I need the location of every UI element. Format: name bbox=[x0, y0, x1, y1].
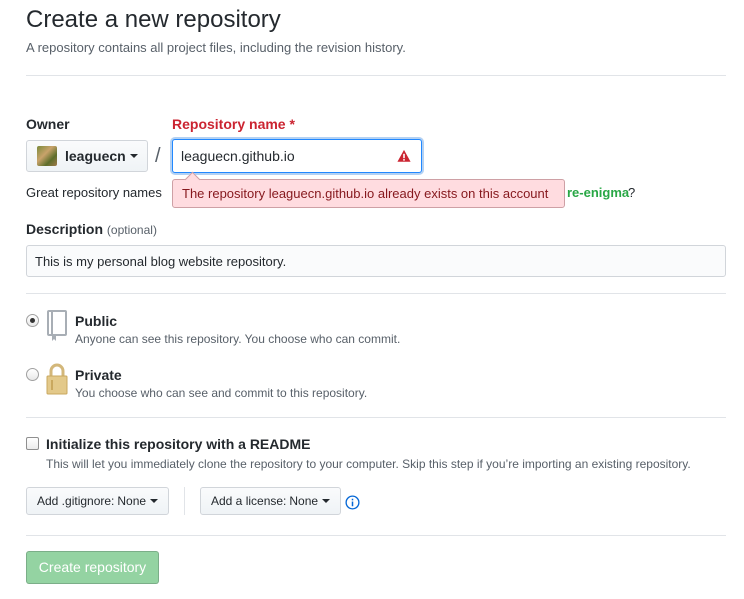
repo-name-label: Repository name * bbox=[172, 116, 295, 132]
divider bbox=[184, 487, 185, 515]
license-dropdown[interactable]: Add a license: None bbox=[200, 487, 342, 515]
required-marker: * bbox=[289, 116, 295, 132]
public-desc: Anyone can see this repository. You choo… bbox=[75, 332, 401, 346]
repo-name-hint: Great repository names bbox=[26, 185, 162, 200]
description-label-text: Description bbox=[26, 221, 104, 237]
hint-suffix: ? bbox=[628, 185, 636, 200]
divider bbox=[26, 75, 726, 76]
optional-hint: (optional) bbox=[106, 223, 157, 237]
chevron-down-icon bbox=[150, 499, 159, 503]
readme-title: Initialize this repository with a README bbox=[46, 436, 311, 452]
divider bbox=[26, 417, 726, 418]
gitignore-value: None bbox=[117, 494, 147, 508]
create-repository-button[interactable]: Create repository bbox=[26, 551, 159, 584]
readme-desc: This will let you immediately clone the … bbox=[46, 457, 691, 471]
page-title: Create a new repository bbox=[26, 6, 281, 33]
gitignore-dropdown[interactable]: Add .gitignore: None bbox=[26, 487, 170, 515]
description-label: Description (optional) bbox=[26, 221, 157, 237]
page-subtitle: A repository contains all project files,… bbox=[26, 40, 406, 55]
info-icon[interactable] bbox=[345, 495, 360, 510]
license-value: None bbox=[289, 494, 319, 508]
repo-name-input[interactable] bbox=[172, 139, 422, 173]
public-title: Public bbox=[75, 313, 118, 329]
warning-icon bbox=[397, 149, 411, 162]
owner-label: Owner bbox=[26, 116, 70, 132]
lock-icon bbox=[46, 363, 68, 395]
chevron-down-icon bbox=[322, 499, 331, 503]
owner-repo-separator: / bbox=[155, 145, 161, 167]
license-label: Add a license: bbox=[211, 494, 287, 508]
suggested-name-link[interactable]: re-enigma bbox=[567, 185, 629, 200]
private-desc: You choose who can see and commit to thi… bbox=[75, 386, 368, 400]
chevron-down-icon bbox=[129, 154, 138, 158]
gitignore-label: Add .gitignore: bbox=[37, 494, 115, 508]
repo-name-label-text: Repository name bbox=[172, 116, 286, 132]
private-radio[interactable] bbox=[26, 368, 39, 381]
divider bbox=[26, 535, 726, 536]
repo-name-error-tooltip: The repository leaguecn.github.io alread… bbox=[172, 179, 565, 208]
divider bbox=[26, 293, 726, 294]
description-input[interactable] bbox=[26, 245, 726, 277]
owner-dropdown[interactable]: leaguecn bbox=[26, 140, 148, 172]
avatar bbox=[37, 146, 57, 166]
private-title: Private bbox=[75, 367, 122, 383]
owner-name: leaguecn bbox=[65, 148, 126, 164]
readme-checkbox[interactable] bbox=[26, 437, 39, 450]
repo-book-icon bbox=[47, 310, 67, 341]
public-radio[interactable] bbox=[26, 314, 39, 327]
